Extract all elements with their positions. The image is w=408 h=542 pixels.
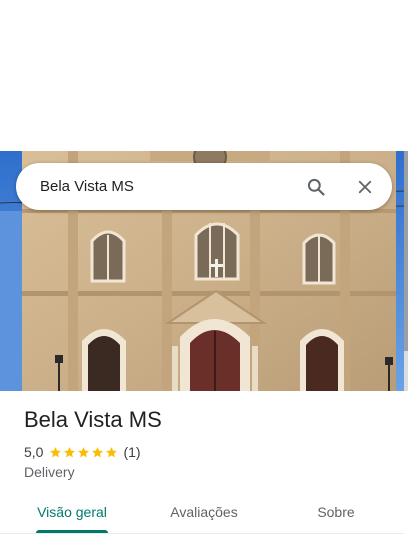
place-category[interactable]: Delivery <box>24 464 75 480</box>
star-icon <box>106 446 118 457</box>
rating-stars <box>49 446 119 459</box>
rating-row: 5,0 (1) <box>24 444 141 460</box>
star-icon <box>64 446 76 457</box>
tab-about[interactable]: Sobre <box>296 498 376 542</box>
star-icon <box>78 446 90 457</box>
search-icon <box>307 178 325 196</box>
tab-reviews[interactable]: Avaliações <box>156 498 252 542</box>
tab-overview[interactable]: Visão geral <box>26 498 118 542</box>
star-icon <box>50 446 62 457</box>
panel-scrollbar[interactable] <box>404 151 408 391</box>
scrollbar-thumb[interactable] <box>404 151 408 351</box>
search-input[interactable] <box>40 163 280 210</box>
rating-value: 5,0 <box>24 444 44 460</box>
tabs-divider <box>0 533 404 534</box>
search-button[interactable] <box>303 174 329 200</box>
clear-search-button[interactable] <box>352 174 378 200</box>
star-icon <box>92 446 104 457</box>
close-icon <box>358 180 372 194</box>
place-title: Bela Vista MS <box>24 407 162 432</box>
review-count[interactable]: (1) <box>123 444 140 460</box>
search-box <box>16 163 392 210</box>
